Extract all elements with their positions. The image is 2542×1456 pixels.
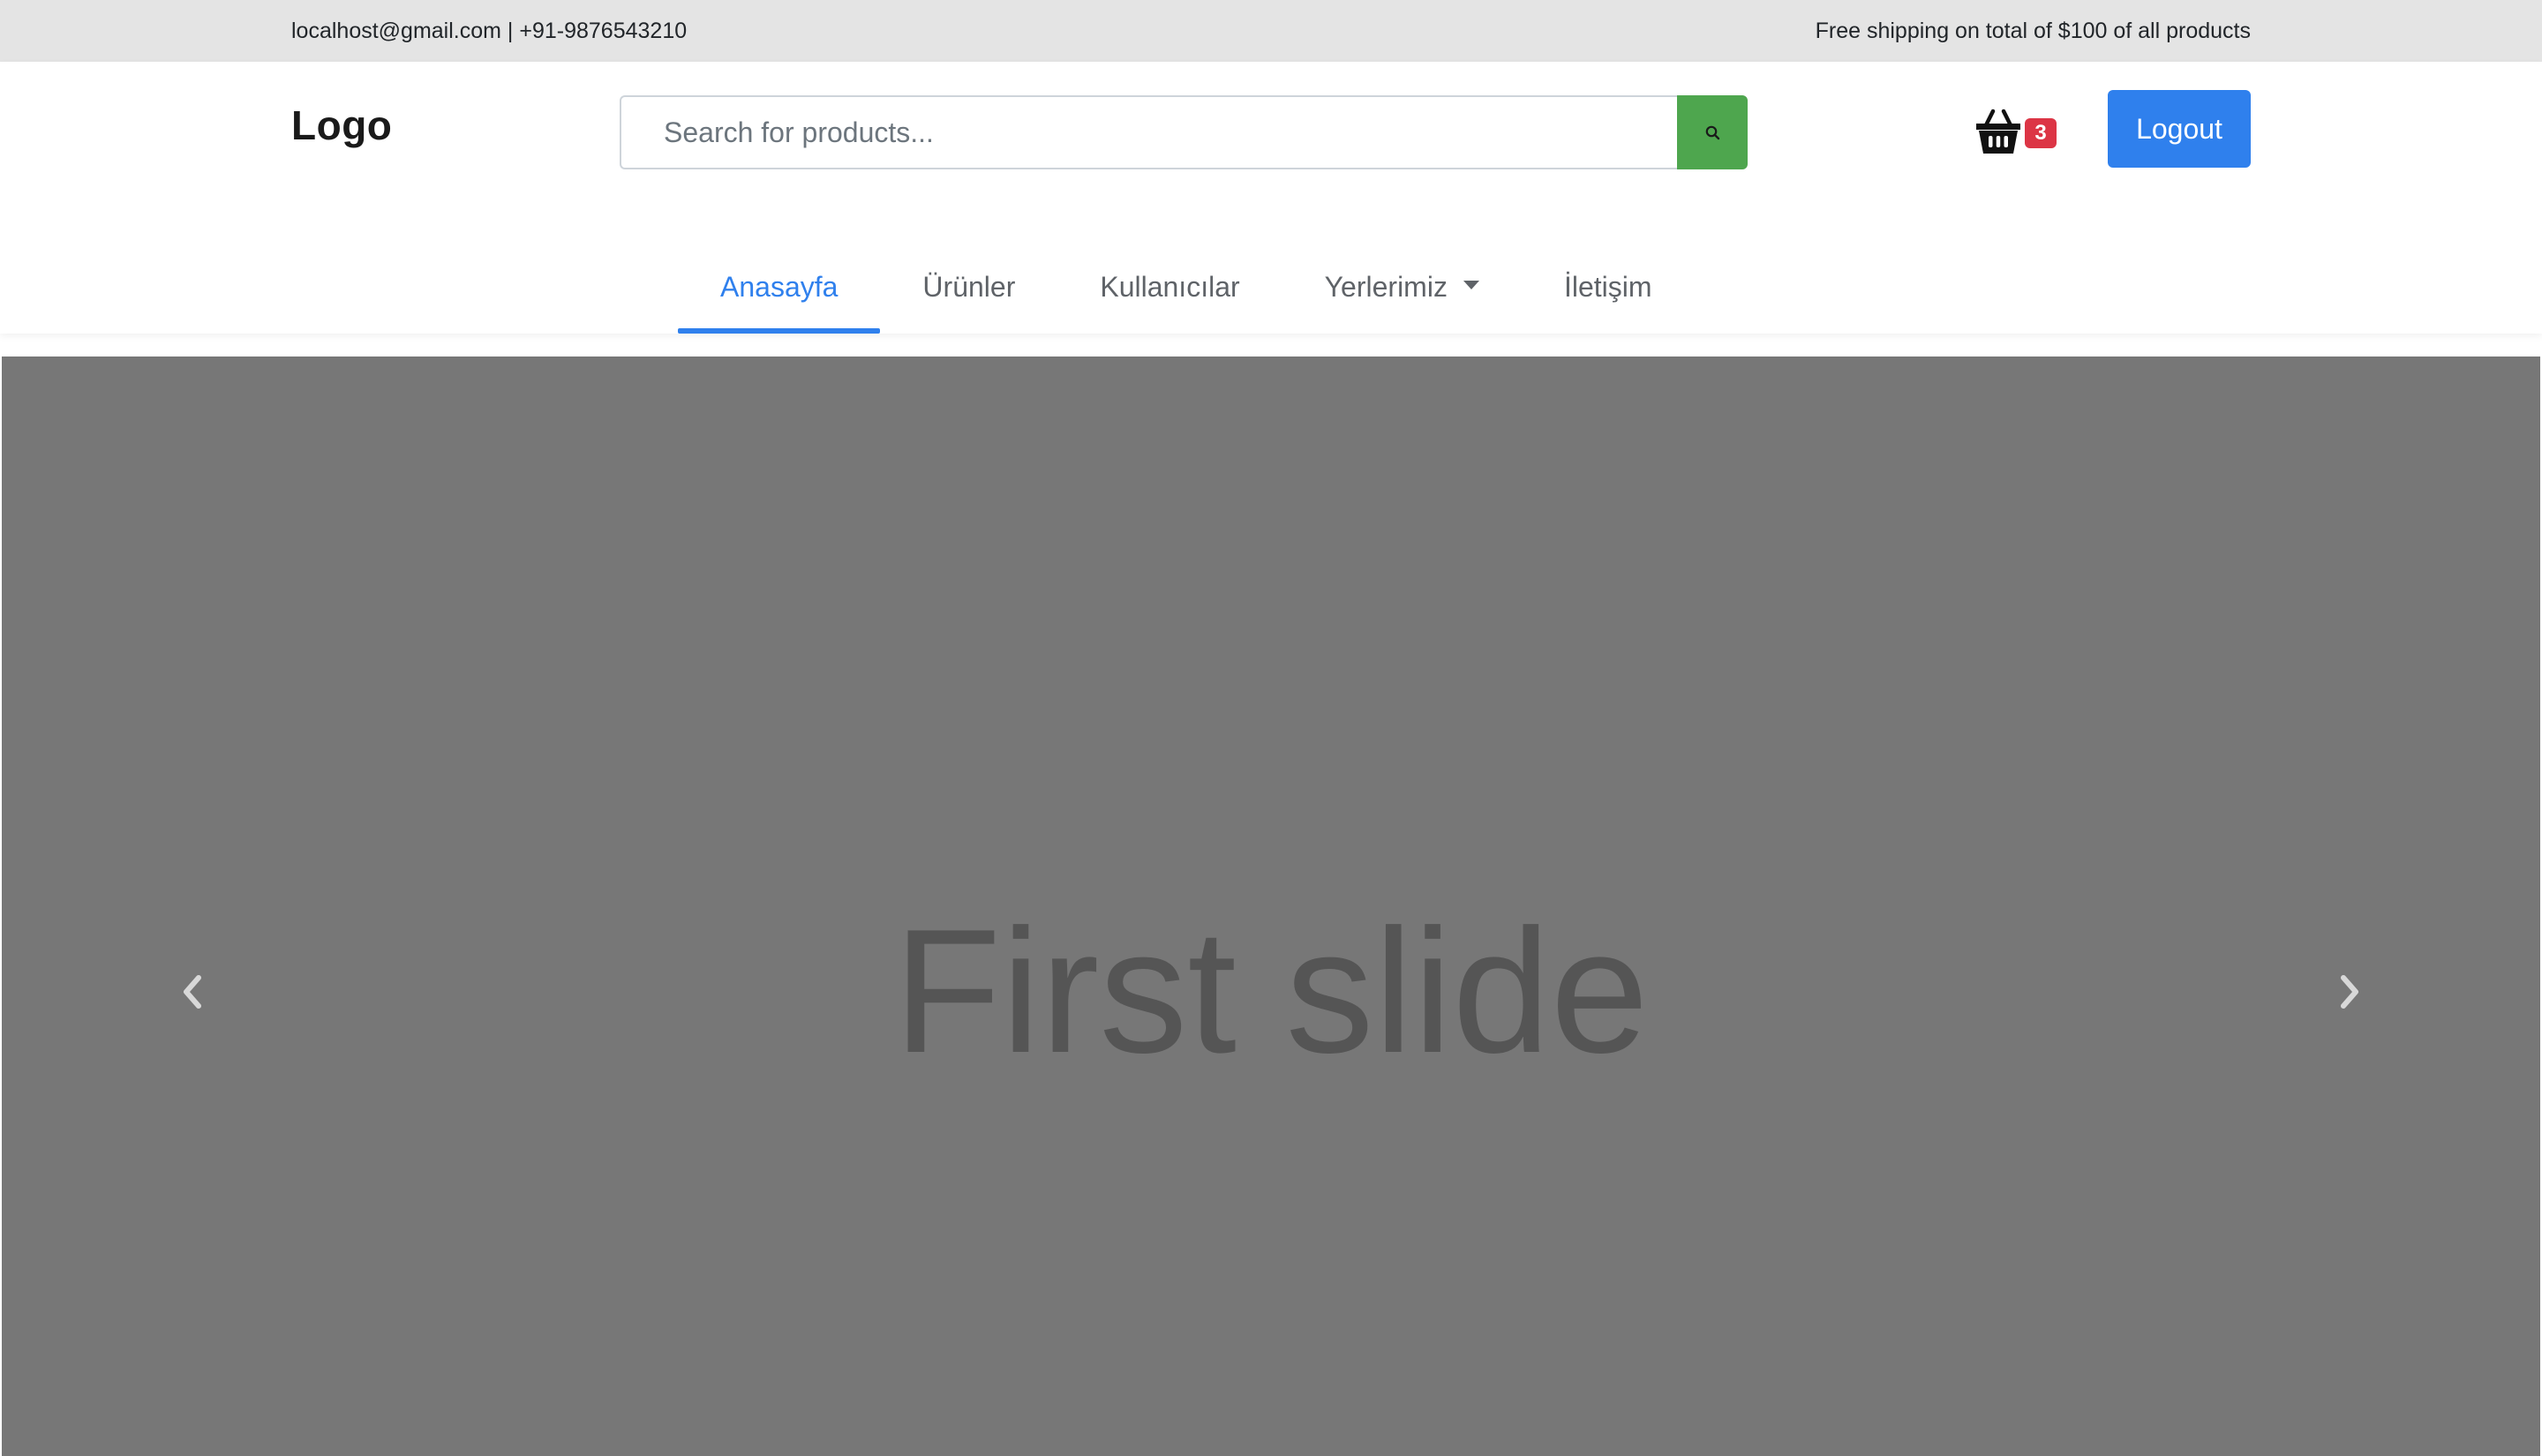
cart-button[interactable]: 3 — [1974, 108, 2062, 164]
main-nav: Anasayfa Ürünler Kullanıcılar Yerlerimiz… — [678, 240, 1695, 334]
site-logo[interactable]: Logo — [291, 101, 392, 149]
nav-item-label: Anasayfa — [720, 270, 839, 303]
nav-item-yerlerimiz-dropdown[interactable]: Yerlerimiz — [1282, 240, 1522, 334]
carousel-next-button[interactable] — [2323, 965, 2376, 1018]
nav-item-anasayfa[interactable]: Anasayfa — [678, 240, 881, 334]
search-button[interactable] — [1677, 95, 1748, 169]
nav-item-label: Ürünler — [922, 270, 1016, 303]
cart-count-badge: 3 — [2025, 118, 2057, 148]
basket-icon — [1976, 109, 2020, 154]
search-input[interactable] — [620, 95, 1677, 169]
contact-info: localhost@gmail.com | +91-9876543210 — [291, 19, 688, 43]
nav-item-label: Yerlerimiz — [1324, 270, 1448, 303]
nav-item-iletisim[interactable]: İletişim — [1522, 240, 1695, 334]
nav-item-kullanicilar[interactable]: Kullanıcılar — [1057, 240, 1282, 334]
caret-down-icon — [1463, 281, 1479, 289]
search-bar — [620, 95, 1748, 169]
chevron-right-icon — [2341, 975, 2358, 1009]
search-icon — [1705, 125, 1720, 140]
site-header: Logo 3 Logout Anasayfa Ürünler Ku — [0, 62, 2542, 334]
nav-item-label: Kullanıcılar — [1100, 270, 1240, 303]
logout-button[interactable]: Logout — [2108, 90, 2251, 168]
nav-item-urunler[interactable]: Ürünler — [880, 240, 1057, 334]
shipping-notice: Free shipping on total of $100 of all pr… — [1815, 19, 2251, 43]
slide-label: First slide — [893, 893, 1649, 1090]
hero-carousel: First slide — [2, 356, 2540, 1456]
nav-item-label: İletişim — [1563, 270, 1652, 303]
top-bar: localhost@gmail.com | +91-9876543210 Fre… — [0, 0, 2542, 62]
